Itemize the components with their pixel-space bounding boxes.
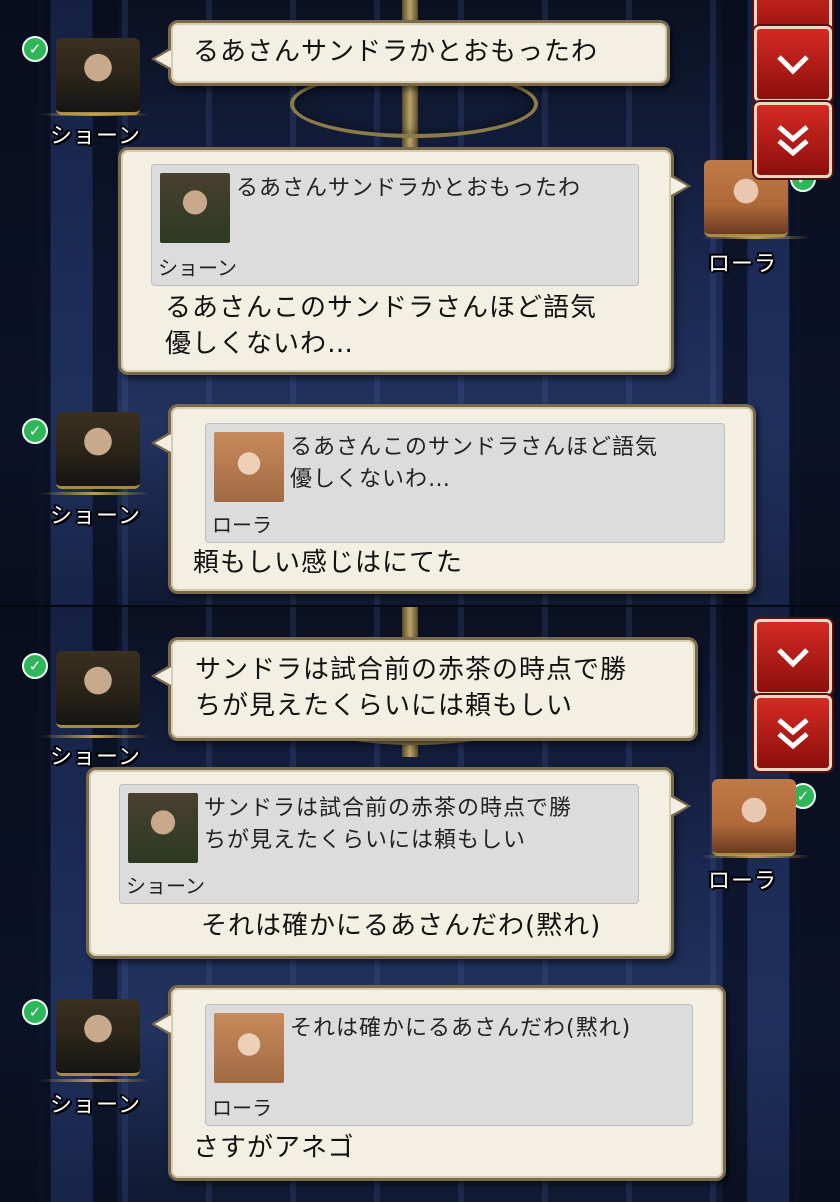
name-flourish (700, 236, 810, 239)
sean-avatar[interactable] (56, 38, 140, 115)
message-bubble[interactable]: それは確かにるあさんだわ(黙れ) ローラ さすがアネゴ (151, 985, 726, 1181)
chat-screenshot-bottom: ✓ ショーン サンドラは試合前の赤茶の時点で勝 ちが見えたくらいには頼もしい サ… (0, 605, 840, 1202)
name-flourish (40, 735, 150, 738)
quoted-sean-avatar (128, 793, 198, 863)
scroll-down-button[interactable] (754, 26, 832, 102)
message-bubble[interactable]: サンドラは試合前の赤茶の時点で勝 ちが見えたくらいには頼もしい ショーン それは… (86, 767, 691, 959)
quoted-text: るあさんサンドラかとおもったわ (236, 176, 582, 201)
message-text: それは確かにるあさんだわ(黙れ) (201, 911, 602, 941)
quoted-message[interactable]: それは確かにるあさんだわ(黙れ) ローラ (205, 1004, 693, 1126)
message-text: サンドラは試合前の赤茶の時点で勝 ちが見えたくらいには頼もしい (195, 655, 628, 721)
read-check-icon: ✓ (22, 999, 48, 1025)
double-chevron-down-icon (777, 718, 809, 750)
message-text: るあさんこのサンドラさんほど語気 優しくないわ… (165, 293, 598, 359)
speaker-name: ショーン (50, 1093, 141, 1118)
quoted-message[interactable]: るあさんこのサンドラさんほど語気 優しくないわ… ローラ (205, 423, 725, 543)
quoted-speaker-name: ショーン (158, 256, 237, 280)
speaker-name: ショーン (50, 504, 141, 529)
name-flourish (40, 113, 150, 116)
quoted-message[interactable]: るあさんサンドラかとおもったわ ショーン (151, 164, 639, 286)
name-flourish (40, 1079, 150, 1082)
quoted-laura-avatar (214, 432, 284, 502)
read-check-icon: ✓ (22, 36, 48, 62)
quoted-sean-avatar (160, 173, 230, 243)
message-bubble[interactable]: るあさんこのサンドラさんほど語気 優しくないわ… ローラ 頼もしい感じはにてた (151, 404, 756, 594)
message-text: 頼もしい感じはにてた (193, 548, 464, 578)
quoted-speaker-name: ショーン (126, 874, 205, 898)
quoted-text: サンドラは試合前の赤茶の時点で勝 ちが見えたくらいには頼もしい (204, 796, 573, 853)
scroll-down-button[interactable] (754, 619, 832, 695)
message-text: るあさんサンドラかとおもったわ (193, 37, 599, 67)
quoted-text: それは確かにるあさんだわ(黙れ) (290, 1016, 632, 1041)
quoted-message[interactable]: サンドラは試合前の赤茶の時点で勝 ちが見えたくらいには頼もしい ショーン (119, 784, 639, 904)
speaker-name: ショーン (50, 124, 141, 149)
chat-screenshot-top: ✓ ショーン るあさんサンドラかとおもったわ るあさんサンドラかとおもったわ シ… (0, 0, 840, 605)
message-text: さすがアネゴ (193, 1133, 355, 1163)
chevron-down-icon (777, 648, 809, 668)
speaker-name: ローラ (708, 252, 778, 277)
sean-avatar[interactable] (56, 999, 140, 1076)
chevron-down-icon (777, 55, 809, 75)
quoted-text: るあさんこのサンドラさんほど語気 優しくないわ… (290, 435, 659, 492)
read-check-icon: ✓ (22, 418, 48, 444)
message-bubble[interactable]: るあさんサンドラかとおもったわ (151, 20, 670, 86)
message-bubble[interactable]: るあさんサンドラかとおもったわ ショーン るあさんこのサンドラさんほど語気 優し… (118, 147, 691, 375)
read-check-icon: ✓ (22, 653, 48, 679)
quoted-laura-avatar (214, 1013, 284, 1083)
name-flourish (700, 855, 810, 858)
scroll-bottom-button[interactable] (754, 102, 832, 178)
message-bubble[interactable]: サンドラは試合前の赤茶の時点で勝 ちが見えたくらいには頼もしい (151, 637, 698, 741)
sean-avatar[interactable] (56, 412, 140, 489)
quoted-speaker-name: ローラ (212, 513, 272, 537)
laura-avatar[interactable] (712, 779, 796, 856)
speaker-name: ローラ (708, 869, 778, 894)
name-flourish (40, 492, 150, 495)
double-chevron-down-icon (777, 125, 809, 157)
scroll-bottom-button[interactable] (754, 695, 832, 771)
quoted-speaker-name: ローラ (212, 1096, 272, 1120)
sean-avatar[interactable] (56, 651, 140, 728)
